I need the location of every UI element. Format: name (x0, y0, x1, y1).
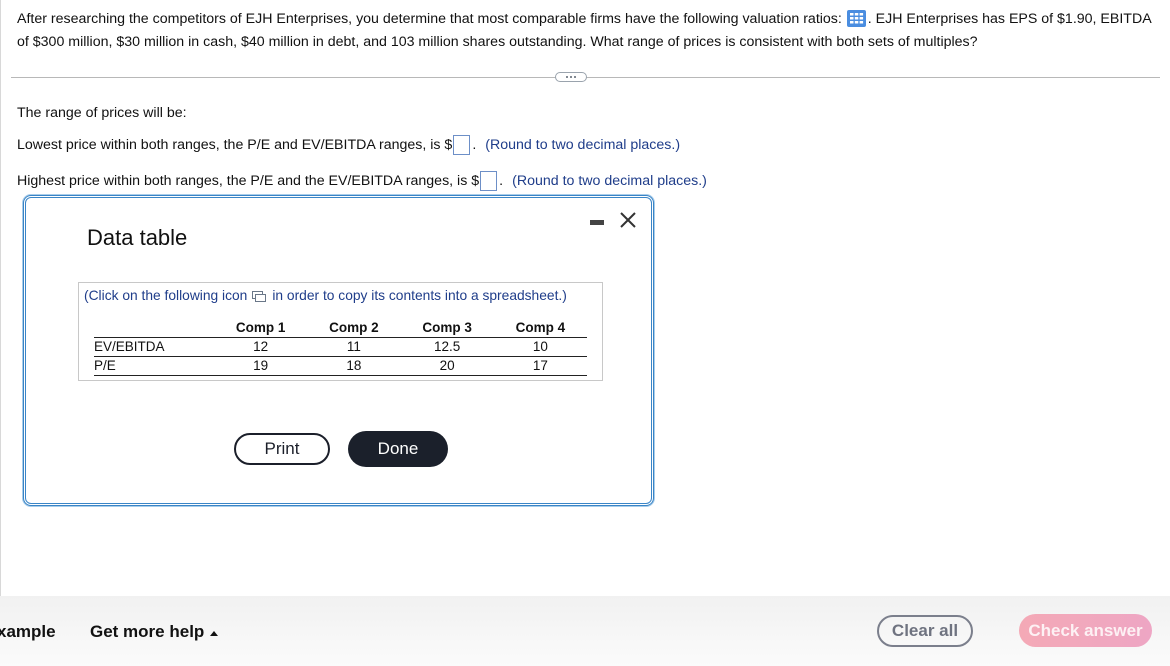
row-label-ev-ebitda: EV/EBITDA (94, 337, 214, 357)
lowest-price-input[interactable] (453, 135, 471, 155)
cell-pe-comp-3: 20 (400, 356, 494, 376)
lowest-price-suffix: . (472, 137, 477, 153)
cell-ev-ebitda-comp-2: 11 (307, 337, 401, 357)
cell-pe-comp-4: 17 (493, 356, 587, 376)
copy-note-before: (Click on the following icon (84, 288, 248, 303)
data-table-frame: (Click on the following icon in order to… (78, 282, 603, 381)
footer-bar: xample Get more help Clear all Check ans… (0, 596, 1170, 666)
close-icon[interactable] (618, 210, 638, 230)
row-label-pe: P/E (94, 356, 214, 376)
highest-price-suffix: . (499, 173, 504, 189)
cell-pe-comp-2: 18 (307, 356, 401, 376)
copy-to-spreadsheet-icon[interactable] (252, 290, 267, 302)
question-text-part1: After researching the competitors of EJH… (17, 11, 842, 27)
header-comp-3: Comp 3 (400, 319, 494, 338)
header-comp-2: Comp 2 (307, 319, 401, 338)
lowest-price-label: Lowest price within both ranges, the P/E… (17, 137, 453, 153)
header-comp-4: Comp 4 (493, 319, 587, 338)
data-table-dialog: Data table (Click on the following icon … (23, 195, 654, 506)
cell-pe-comp-1: 19 (214, 356, 308, 376)
answer-intro: The range of prices will be: (17, 105, 187, 121)
clear-all-button[interactable]: Clear all (877, 615, 973, 647)
header-comp-1: Comp 1 (214, 319, 308, 338)
question-text: After researching the competitors of EJH… (17, 8, 1162, 54)
minimize-icon[interactable] (590, 220, 604, 225)
table-grid-icon[interactable] (846, 10, 866, 27)
highest-price-line: Highest price within both ranges, the P/… (17, 171, 707, 191)
cell-ev-ebitda-comp-4: 10 (493, 337, 587, 357)
divider-drag-handle[interactable] (555, 72, 587, 82)
lowest-price-line: Lowest price within both ranges, the P/E… (17, 135, 680, 155)
header-cell-empty (94, 319, 214, 338)
dialog-title: Data table (87, 225, 188, 250)
view-example-link[interactable]: xample (0, 622, 56, 642)
table-header-row: Comp 1 Comp 2 Comp 3 Comp 4 (94, 319, 587, 338)
caret-up-icon (210, 630, 219, 636)
get-more-help-button[interactable]: Get more help (90, 622, 219, 642)
done-button[interactable]: Done (348, 431, 448, 467)
page-left-border (0, 0, 1, 596)
cell-ev-ebitda-comp-1: 12 (214, 337, 308, 357)
copy-note-after: in order to copy its contents into a spr… (272, 288, 567, 303)
highest-price-input[interactable] (480, 171, 498, 191)
check-answer-button[interactable]: Check answer (1019, 614, 1152, 647)
get-more-help-label: Get more help (90, 622, 205, 641)
highest-price-label: Highest price within both ranges, the P/… (17, 173, 480, 189)
valuation-ratios-table: Comp 1 Comp 2 Comp 3 Comp 4 EV/EBITDA 12… (94, 319, 587, 376)
table-row: EV/EBITDA 12 11 12.5 10 (94, 337, 587, 357)
highest-price-hint: (Round to two decimal places.) (512, 173, 707, 189)
lowest-price-hint: (Round to two decimal places.) (485, 137, 681, 153)
cell-ev-ebitda-comp-3: 12.5 (400, 337, 494, 357)
copy-instruction: (Click on the following icon in order to… (84, 288, 567, 303)
table-row: P/E 19 18 20 17 (94, 356, 587, 376)
print-button[interactable]: Print (234, 433, 330, 465)
